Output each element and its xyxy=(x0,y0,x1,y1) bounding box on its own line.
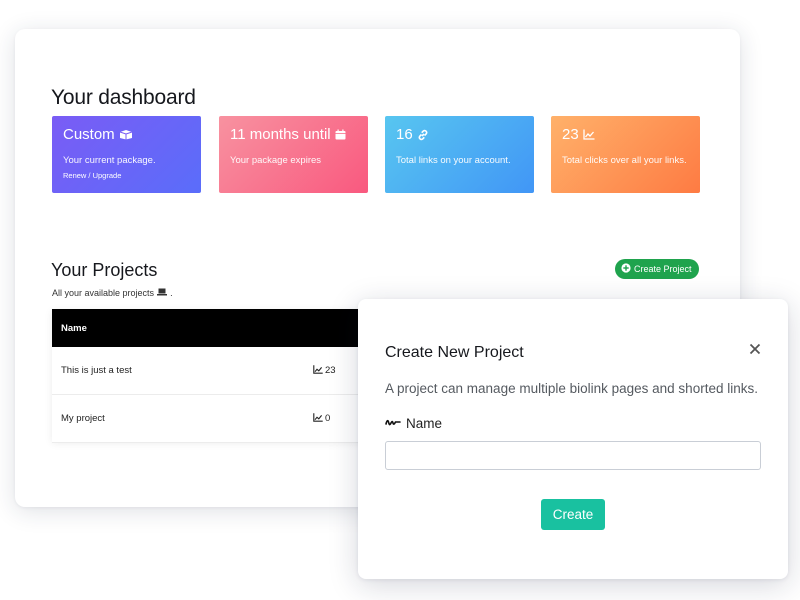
modal-title: Create New Project xyxy=(385,344,524,361)
package-card-title: Custom xyxy=(63,126,115,143)
create-project-modal: Create New Project A project can manage … xyxy=(358,299,788,579)
package-icon xyxy=(119,129,133,140)
projects-subtitle: All your available projects . xyxy=(52,288,173,298)
chart-icon xyxy=(313,364,323,377)
clicks-card-subtitle: Total clicks over all your links. xyxy=(562,155,687,166)
project-name[interactable]: This is just a test xyxy=(61,365,132,376)
create-button[interactable]: Create xyxy=(541,499,605,530)
projects-subtitle-suffix: . xyxy=(170,288,173,298)
expiry-card-title: 11 months until xyxy=(230,126,331,143)
expiry-card: 11 months until Your package expires xyxy=(219,116,368,193)
create-project-button[interactable]: Create Project xyxy=(615,259,699,279)
clicks-card-title: 23 xyxy=(562,126,579,143)
chart-icon xyxy=(313,412,323,425)
create-project-label: Create Project xyxy=(634,264,692,274)
modal-description: A project can manage multiple biolink pa… xyxy=(385,381,758,396)
project-name-input[interactable] xyxy=(385,441,761,470)
close-icon[interactable] xyxy=(746,341,764,359)
links-card-subtitle: Total links on your account. xyxy=(396,155,511,166)
project-name[interactable]: My project xyxy=(61,413,105,424)
link-icon xyxy=(417,129,429,141)
projects-title: Your Projects xyxy=(51,260,158,280)
links-card: 16 Total links on your account. xyxy=(385,116,534,193)
clicks-card: 23 Total clicks over all your links. xyxy=(551,116,700,193)
calendar-icon xyxy=(335,129,346,140)
project-clicks-value: 23 xyxy=(325,365,336,376)
project-clicks-value: 0 xyxy=(325,413,331,424)
plus-circle-icon xyxy=(621,263,631,275)
projects-subtitle-text: All your available projects xyxy=(52,288,155,298)
package-card: Custom Your current package. Renew / Upg… xyxy=(52,116,201,193)
laptop-icon xyxy=(157,288,168,298)
project-clicks: 0 xyxy=(313,412,331,425)
name-label-text: Name xyxy=(406,416,443,431)
chart-icon xyxy=(583,129,595,140)
dashboard-title: Your dashboard xyxy=(51,86,196,109)
renew-upgrade-link[interactable]: Renew / Upgrade xyxy=(63,171,191,180)
column-header-name: Name xyxy=(61,322,87,334)
expiry-card-subtitle: Your package expires xyxy=(230,155,322,166)
name-label: Name xyxy=(385,416,442,431)
links-card-title: 16 xyxy=(396,126,413,143)
package-card-subtitle: Your current package. xyxy=(63,155,156,166)
project-clicks: 23 xyxy=(313,364,336,377)
signature-icon xyxy=(385,416,401,431)
